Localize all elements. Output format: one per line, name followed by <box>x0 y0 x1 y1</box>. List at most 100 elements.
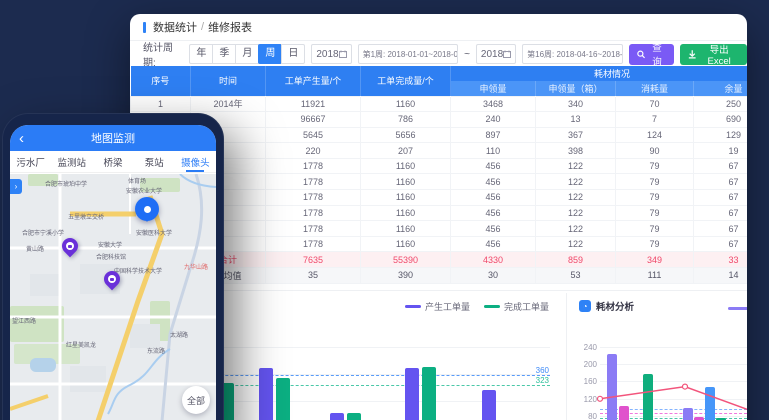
map-roads-layer <box>10 174 216 420</box>
gridline <box>600 399 747 400</box>
bar <box>619 406 629 420</box>
selected-camera-marker[interactable] <box>135 197 159 221</box>
bar-产生工单量 <box>405 368 419 420</box>
column-header: 序号 <box>131 66 191 96</box>
map-label: 中国科学技术大学 <box>114 266 162 275</box>
week-end-input[interactable]: 第16周: 2018-04-16~2018-04-22 <box>522 44 622 64</box>
map-label: 太湖路 <box>170 330 188 339</box>
column-header: 时间 <box>191 66 266 96</box>
column-header: 工单产生量/个 <box>266 66 361 96</box>
bar <box>643 374 653 420</box>
map-label: 九华山路 <box>184 262 208 271</box>
map-label: 体育场 <box>128 176 146 185</box>
camera-icon <box>66 242 74 250</box>
group-column-header: 耗材情况 <box>451 66 748 81</box>
back-button[interactable]: ‹ <box>19 125 24 151</box>
phone-tab-监测站[interactable]: 监测站 <box>51 151 92 172</box>
camera-icon <box>108 275 116 283</box>
legend-swatch-icon <box>728 307 747 310</box>
expand-panel-button[interactable]: › <box>10 179 22 194</box>
period-option-季[interactable]: 季 <box>212 44 236 64</box>
chart-icon: ◔ <box>579 300 591 312</box>
calendar-icon <box>503 50 511 58</box>
phone-header: ‹ 地图监测 <box>10 125 216 151</box>
period-option-日[interactable]: 日 <box>281 44 305 64</box>
back-chevron-icon: ‹ <box>19 130 24 147</box>
gridline <box>600 364 747 365</box>
phone-screen: ‹ 地图监测 污水厂监测站桥梁泵站摄像头 <box>10 125 216 420</box>
week-start-input[interactable]: 第1周: 2018-01-01~2018-01-07 <box>358 44 458 64</box>
calendar-icon <box>339 50 347 58</box>
period-option-月[interactable]: 月 <box>235 44 259 64</box>
breadcrumb-page: 维修报表 <box>208 19 252 35</box>
sub-column-header: 消耗量 <box>616 81 694 96</box>
map-label: 红星美凯龙 <box>66 340 96 349</box>
chart-title: ◔耗材分析 <box>579 299 634 313</box>
gridline <box>170 347 550 348</box>
gridline <box>600 381 747 382</box>
reference-line <box>170 375 550 376</box>
map-label: 东流路 <box>147 346 165 355</box>
map-label: 望江西路 <box>12 316 36 325</box>
map-label: 安徽大学 <box>98 240 122 249</box>
gridline <box>600 347 747 348</box>
period-option-年[interactable]: 年 <box>189 44 213 64</box>
chart-legend: 产生工单量 完成工单量 <box>405 300 549 313</box>
y-axis-tick: 160 <box>577 377 597 386</box>
year-start-select[interactable]: 2018 <box>311 44 351 64</box>
bar <box>683 408 693 420</box>
map-label: 合肥科技馆 <box>96 252 126 261</box>
breadcrumb-section: 数据统计 <box>153 19 197 35</box>
export-excel-button[interactable]: 导出Excel <box>680 44 747 65</box>
breadcrumb: 数据统计 / 维修报表 <box>130 14 747 41</box>
phone-tab-桥梁[interactable]: 桥梁 <box>92 151 133 172</box>
range-separator: ~ <box>464 49 470 60</box>
sub-column-header: 申领量（箱） <box>536 81 616 96</box>
table-row: 12014年119211160346834070250 <box>131 96 748 112</box>
table-row: 96667786240137690 <box>131 112 748 128</box>
filter-label: 统计周期: <box>143 39 183 69</box>
bar-产生工单量 <box>482 390 496 420</box>
reference-line-label: 323 <box>536 376 549 385</box>
bar-产生工单量 <box>330 413 344 420</box>
query-button[interactable]: 查询 <box>629 44 674 65</box>
map-view[interactable]: 合肥市琥珀中学 体育场安徽农业大学五里墩立交桥合肥市宁溪小学安徽大学合肥科技馆中国… <box>10 174 216 420</box>
y-axis-tick: 240 <box>577 343 597 352</box>
bar-完成工单量 <box>422 367 436 420</box>
reference-line-label: 360 <box>536 366 549 375</box>
legend-item[interactable]: 完成工单量 <box>484 300 549 313</box>
legend-item[interactable]: 产生工单量 <box>405 300 470 313</box>
map-label: 黄山路 <box>26 244 44 253</box>
map-label: 合肥市宁溪小学 <box>22 228 64 237</box>
bar-完成工单量 <box>347 413 361 420</box>
map-label: 安徽农业大学 <box>126 186 162 195</box>
show-all-button[interactable]: 全部 <box>182 386 210 414</box>
legend-swatch-icon <box>484 305 500 308</box>
phone-mockup: ‹ 地图监测 污水厂监测站桥梁泵站摄像头 <box>2 113 224 420</box>
map-label: 合肥市琥珀中学 <box>45 179 87 188</box>
bar-产生工单量 <box>259 368 273 420</box>
bar-完成工单量 <box>276 378 290 420</box>
period-segmented-control: 年季月周日 <box>189 44 305 64</box>
filter-bar: 统计周期: 年季月周日 2018 第1周: 2018-01-01~2018-01… <box>130 41 747 67</box>
y-axis-tick: 200 <box>577 360 597 369</box>
y-axis-tick: 80 <box>577 412 597 420</box>
search-icon <box>637 50 645 59</box>
map-label: 五里墩立交桥 <box>68 212 104 221</box>
phone-tab-污水厂[interactable]: 污水厂 <box>10 151 51 172</box>
sub-column-header: 申领量 <box>451 81 536 96</box>
marker-dot <box>144 206 151 213</box>
charts-vertical-divider <box>566 293 567 420</box>
year-end-select[interactable]: 2018 <box>476 44 516 64</box>
legend-swatch-icon <box>405 305 421 308</box>
y-axis-tick: 120 <box>577 395 597 404</box>
period-option-周[interactable]: 周 <box>258 44 282 64</box>
phone-tab-泵站[interactable]: 泵站 <box>134 151 175 172</box>
bar <box>705 387 715 420</box>
phone-tab-bar: 污水厂监测站桥梁泵站摄像头 <box>10 151 216 173</box>
map-label: 安徽医科大学 <box>136 228 172 237</box>
phone-tab-摄像头[interactable]: 摄像头 <box>175 151 216 172</box>
materials-chart: ◔耗材分析2402001601208040 <box>575 293 747 420</box>
download-icon <box>688 50 696 59</box>
sub-column-header: 余量 <box>694 81 748 96</box>
